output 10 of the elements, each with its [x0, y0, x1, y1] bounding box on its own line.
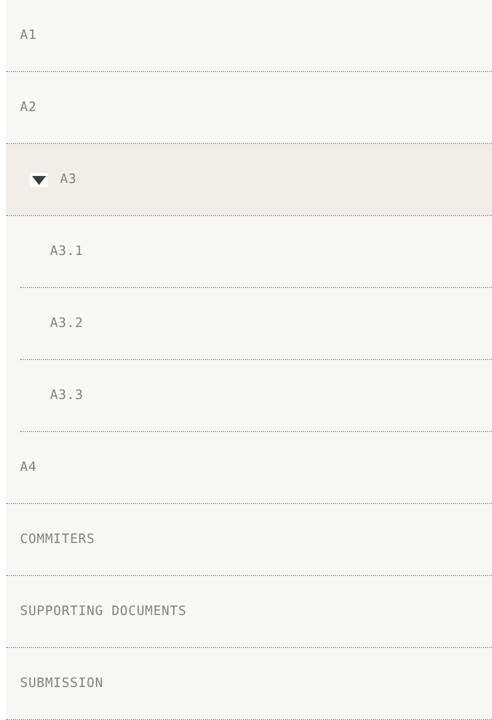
nav-item[interactable]: SUPPORTING DOCUMENTS — [6, 576, 492, 648]
nav-item[interactable]: A4 — [6, 432, 492, 504]
nav-item[interactable]: SUBMISSION — [6, 648, 492, 720]
nav-item[interactable]: A3.3 — [20, 360, 492, 432]
caret-icon[interactable] — [30, 172, 48, 186]
nav-item[interactable]: A3.1 — [20, 216, 492, 288]
nav-item[interactable]: A1 — [6, 0, 492, 72]
nav-item[interactable]: A3 — [6, 144, 492, 216]
nav-item[interactable]: A3.2 — [20, 288, 492, 360]
nav-item[interactable]: COMMITERS — [6, 504, 492, 576]
